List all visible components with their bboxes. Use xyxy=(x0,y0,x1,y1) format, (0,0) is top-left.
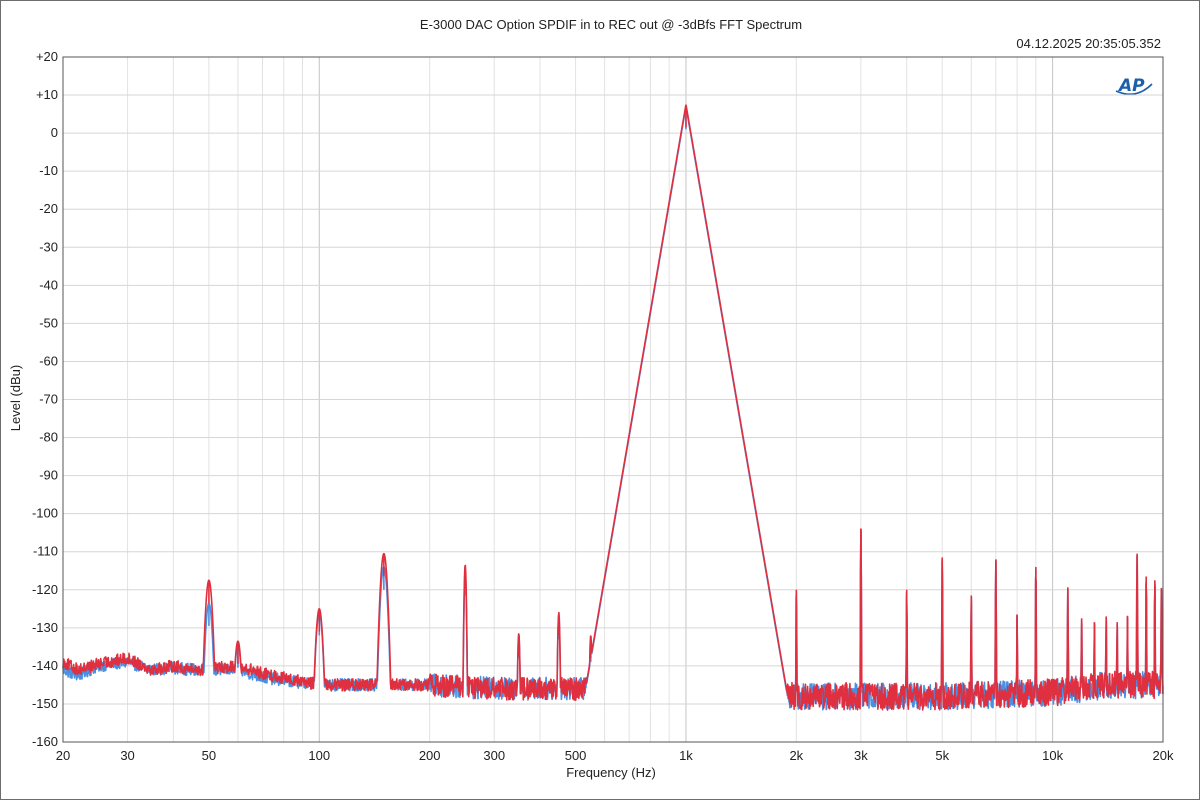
y-tick-label: -70 xyxy=(39,392,58,407)
x-tick-label: 20k xyxy=(1153,748,1174,763)
x-tick-label: 2k xyxy=(789,748,803,763)
x-tick-label: 30 xyxy=(120,748,134,763)
ap-logo-text: AP xyxy=(1117,76,1145,96)
y-tick-label: -40 xyxy=(39,277,58,292)
x-tick-label: 300 xyxy=(483,748,505,763)
fft-spectrum-chart: E-3000 DAC Option SPDIF in to REC out @ … xyxy=(8,17,1174,780)
x-tick-label: 3k xyxy=(854,748,868,763)
y-axis-label: Level (dBu) xyxy=(8,365,23,431)
x-tick-label: 5k xyxy=(935,748,949,763)
timestamp: 04.12.2025 20:35:05.352 xyxy=(1016,36,1161,51)
y-tick-label: -80 xyxy=(39,430,58,445)
y-tick-label: -160 xyxy=(32,734,58,749)
y-tick-label: 0 xyxy=(51,125,58,140)
y-tick-label: -50 xyxy=(39,315,58,330)
y-tick-label: +10 xyxy=(36,87,58,102)
x-tick-label: 20 xyxy=(56,748,70,763)
y-tick-label: -20 xyxy=(39,201,58,216)
y-tick-label: -140 xyxy=(32,658,58,673)
x-tick-labels: 20 30 50 100 200 300 500 1k 2k 3k 5k 10k 20k xyxy=(56,748,1174,763)
x-axis-label: Frequency (Hz) xyxy=(566,765,656,780)
series-line xyxy=(62,104,1164,711)
y-tick-label: -100 xyxy=(32,506,58,521)
y-tick-label: +20 xyxy=(36,49,58,64)
grid xyxy=(63,57,1163,742)
x-tick-label: 500 xyxy=(565,748,587,763)
y-tick-label: -60 xyxy=(39,353,58,368)
series-group xyxy=(62,104,1164,711)
x-tick-label: 100 xyxy=(308,748,330,763)
y-tick-label: -90 xyxy=(39,468,58,483)
x-tick-label: 200 xyxy=(419,748,441,763)
y-tick-label: -110 xyxy=(33,544,58,559)
series-line xyxy=(62,106,1164,711)
x-tick-label: 1k xyxy=(679,748,693,763)
ap-logo: AP xyxy=(1115,76,1153,96)
x-tick-label: 50 xyxy=(202,748,216,763)
y-tick-label: -10 xyxy=(39,163,58,178)
y-tick-labels: +20 +10 0 -10 -20 -30 -40 -50 -60 -70 -80 -90 -100 -1… xyxy=(32,49,58,749)
y-tick-label: -130 xyxy=(32,620,58,635)
chart-title: E-3000 DAC Option SPDIF in to REC out @ … xyxy=(420,17,802,32)
y-tick-label: -150 xyxy=(32,696,58,711)
y-tick-label: -30 xyxy=(39,239,58,254)
y-tick-label: -120 xyxy=(32,582,58,597)
x-tick-label: 10k xyxy=(1042,748,1063,763)
